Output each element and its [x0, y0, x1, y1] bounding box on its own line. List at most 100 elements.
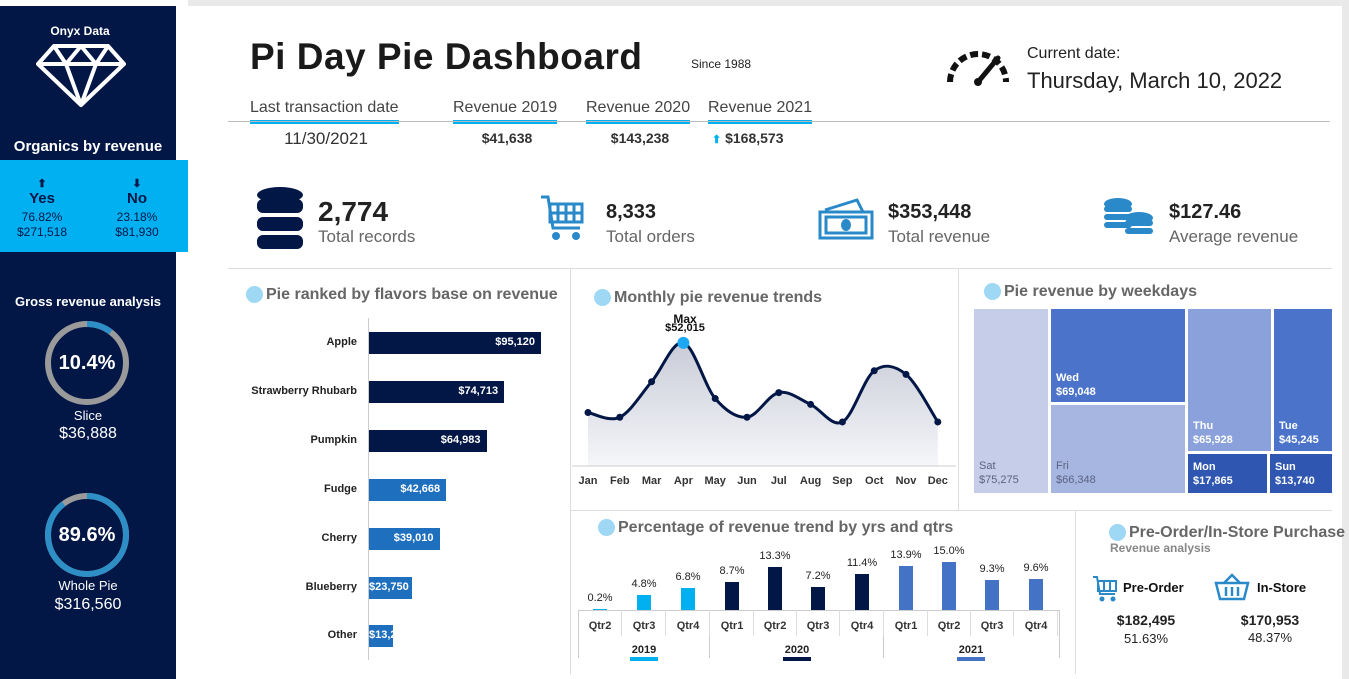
month-tick-label: May — [704, 475, 726, 487]
preorder-value: $182,495 — [1116, 612, 1176, 628]
panel-divider-2 — [958, 268, 959, 510]
quarter-tick-divider — [709, 610, 710, 636]
quarter-x-axis — [578, 610, 1060, 611]
treemap-value-label: $13,740 — [1275, 475, 1315, 487]
preorder-title: Pre-Order/In-Store Purchase — [1109, 524, 1345, 542]
treemap-day-label: Wed — [1056, 372, 1080, 384]
organics-no-pct: 23.18% — [116, 210, 158, 224]
treemap-cell-tue: Tue $45,245 — [1274, 309, 1332, 451]
quarter-bar — [811, 586, 825, 610]
monthly-title-text: Monthly pie revenue trends — [614, 289, 823, 306]
monthly-point — [616, 413, 624, 421]
coins-icon — [1104, 198, 1153, 234]
treemap-day-label: Fri — [1056, 460, 1069, 472]
monthly-point — [902, 370, 910, 378]
weekdays-title: Pie revenue by weekdays — [984, 283, 1197, 301]
total-revenue-label: Total revenue — [888, 227, 991, 246]
quarter-tick-label: Qtr1 — [720, 620, 744, 632]
average-revenue-label: Average revenue — [1169, 227, 1299, 246]
flavor-value-label: $42,668 — [400, 482, 441, 495]
organics-yes-value: $271,518 — [16, 225, 68, 239]
quarter-pct-label: 9.6% — [1023, 562, 1049, 575]
monthly-point — [584, 408, 592, 416]
treemap-cell-sat: Sat $75,275 — [974, 309, 1048, 493]
kpi-revenue-2021-value: ⬆ $168,573 — [712, 130, 820, 146]
quarter-tick-divider — [753, 610, 754, 636]
bullet-dot-icon — [984, 283, 1001, 301]
treemap-value-label: $75,275 — [979, 474, 1019, 486]
month-tick-label: Mar — [641, 475, 662, 487]
quarter-bar — [985, 580, 999, 610]
monthly-point — [743, 413, 751, 421]
quarter-bar — [899, 565, 913, 610]
flavor-value-label: $64,983 — [440, 433, 481, 446]
monthly-point — [775, 389, 783, 397]
organics-no-label: No — [127, 190, 147, 207]
quarter-bar — [637, 594, 651, 610]
treemap-value-label: $45,245 — [1279, 434, 1319, 446]
monthly-point — [807, 400, 815, 408]
total-orders-label: Total orders — [606, 227, 695, 246]
arrow-up-icon: ⬆ — [712, 134, 722, 146]
current-date-value: Thursday, March 10, 2022 — [1027, 68, 1283, 93]
quarter-tick-label: Qtr2 — [937, 620, 961, 632]
quarter-pct-label: 13.3% — [759, 550, 791, 563]
month-tick-label: Jun — [737, 475, 757, 487]
organics-yes-pct: 76.82% — [21, 210, 63, 224]
quarter-tick-label: Qtr2 — [763, 620, 787, 632]
basket-icon — [1214, 573, 1250, 601]
quarter-tick-label: Qtr3 — [806, 620, 830, 632]
quarter-year-label: 2021 — [958, 644, 984, 656]
quarter-pct-label: 11.4% — [846, 556, 878, 569]
speedometer-icon — [947, 51, 1009, 86]
slice-pct: 10.4% — [58, 352, 116, 374]
month-tick-label: Sep — [832, 475, 853, 487]
quarter-tick-divider — [796, 610, 797, 636]
quarter-tick-label: Qtr4 — [850, 620, 874, 632]
quarter-tick-divider — [927, 610, 928, 636]
flavor-label: Strawberry Rhubarb — [251, 384, 357, 397]
organics-no: ⬇ No 23.18% $81,930 — [97, 178, 177, 240]
whole-pie-value: $316,560 — [54, 596, 122, 613]
flavor-value-label: $23,750 — [369, 580, 409, 593]
preorder-title-text: Pre-Order/In-Store Purchase — [1129, 524, 1346, 541]
diamond-logo-icon — [36, 44, 126, 107]
flavor-value-label: $74,713 — [458, 384, 499, 397]
quarter-pct-label: 0.2% — [587, 592, 613, 604]
total-orders-value: 8,333 — [606, 201, 657, 223]
quarter-tick-label: Qtr3 — [980, 620, 1004, 632]
monthly-point — [870, 367, 878, 375]
monthly-title: Monthly pie revenue trends — [594, 289, 822, 307]
quarter-group-divider — [1059, 610, 1060, 658]
slice-value: $36,888 — [59, 425, 117, 442]
preorder-label: Pre-Order — [1123, 580, 1184, 595]
monthly-area-chart — [572, 336, 956, 467]
month-tick-label: Nov — [895, 475, 917, 487]
kpi-revenue-2021-amount: $168,573 — [725, 130, 784, 146]
quarter-year-label: 2019 — [631, 644, 657, 656]
panel-divider-1 — [570, 268, 571, 674]
quarter-pct-label: 7.2% — [805, 569, 831, 582]
current-date-label: Current date: — [1027, 45, 1121, 62]
monthly-point — [838, 418, 846, 426]
treemap-cell-fri: Fri $66,348 — [1051, 405, 1185, 493]
bullet-dot-icon — [598, 519, 615, 537]
quarter-tick-divider — [1013, 610, 1014, 636]
quarter-tick-divider — [883, 610, 884, 636]
bullet-dot-icon — [594, 289, 611, 307]
quarter-bar — [942, 562, 956, 610]
weekdays-treemap: Sat $75,275 Wed $69,048 Fri $66,348 Thu $65,928… — [974, 309, 1332, 493]
bullet-dot-icon — [1109, 524, 1126, 542]
quarter-bar — [725, 582, 739, 610]
total-revenue-value: $353,448 — [888, 201, 972, 223]
quarter-pct-label: 9.3% — [979, 563, 1005, 576]
page-title: Pi Day Pie Dashboard — [250, 36, 643, 77]
kpi-revenue-2020-value: $143,238 — [610, 130, 670, 146]
month-tick-label: Jan — [578, 475, 598, 487]
since-label: Since 1988 — [691, 57, 752, 71]
flavor-label: Fudge — [324, 482, 357, 495]
flavor-value-label: $13,205 — [369, 629, 409, 641]
stats-divider — [228, 268, 1332, 269]
monthly-point — [934, 418, 942, 426]
quarter-pct-label: 15.0% — [933, 545, 965, 557]
